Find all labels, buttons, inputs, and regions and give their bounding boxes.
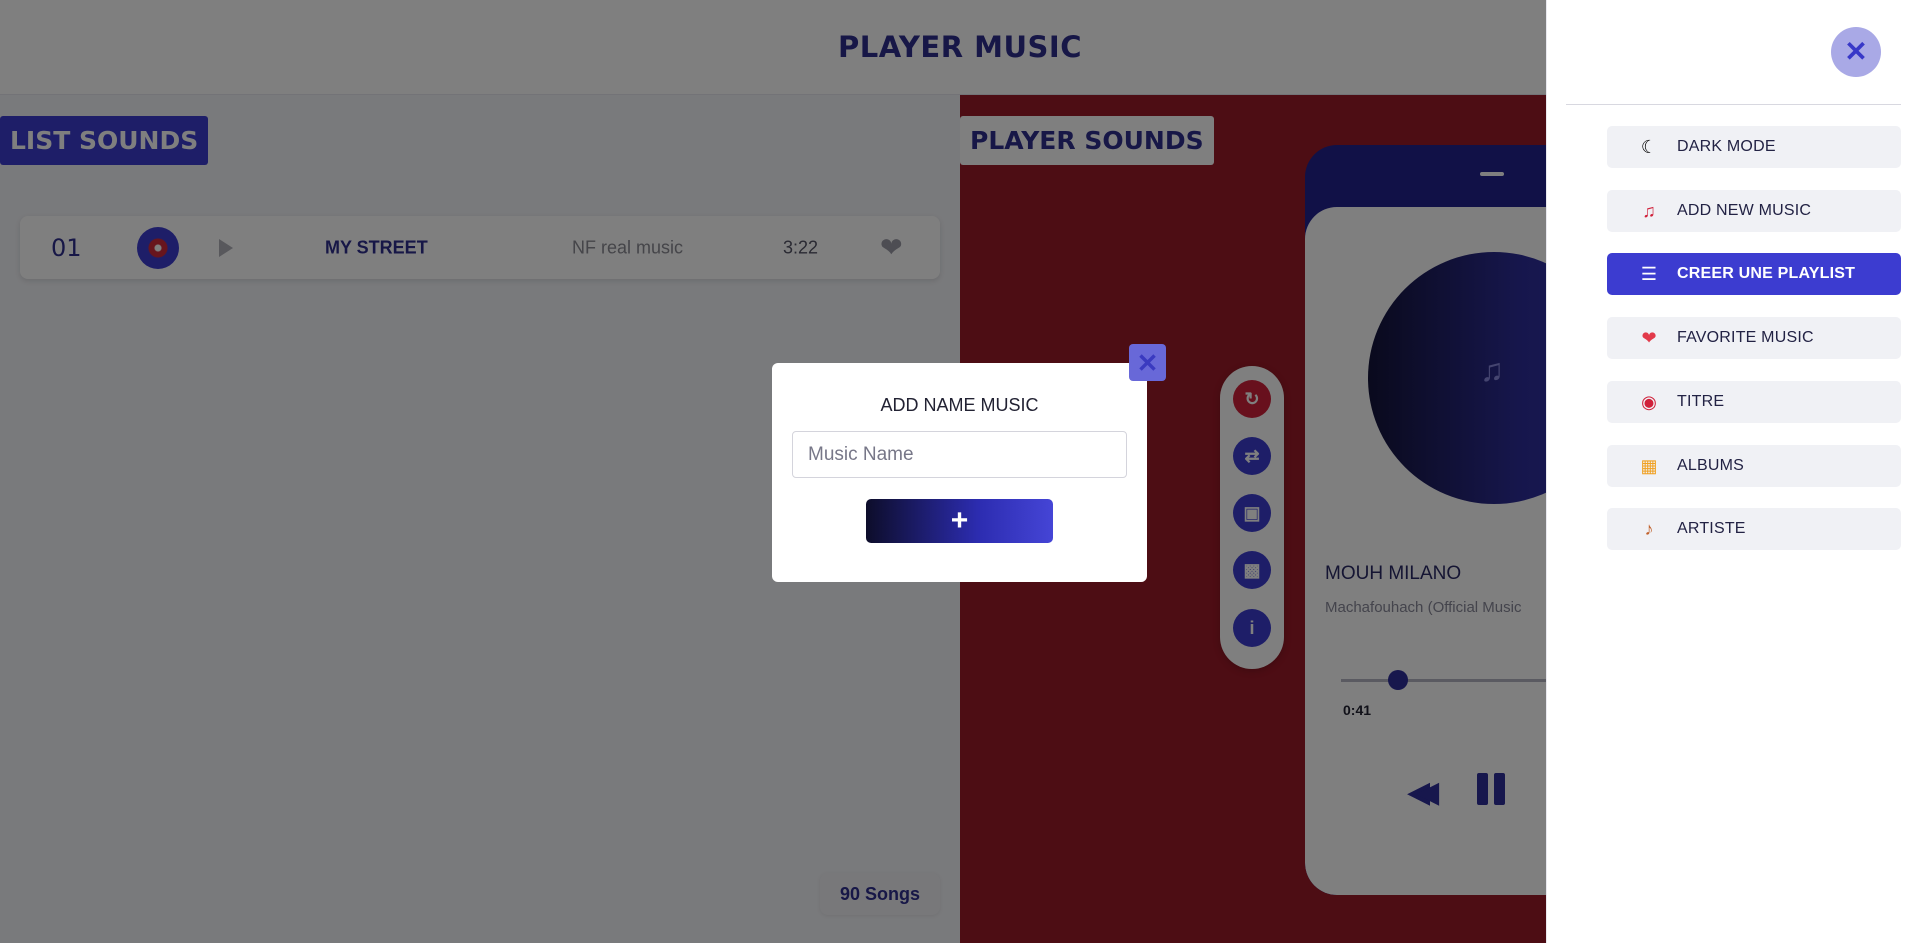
dark-mode-icon: ☾ bbox=[1640, 136, 1658, 157]
modal-title: ADD NAME MUSIC bbox=[880, 395, 1039, 415]
menu-item-label: ADD NEW MUSIC bbox=[1677, 202, 1812, 219]
menu-item-dark-mode[interactable]: ☾ DARK MODE bbox=[1607, 126, 1901, 168]
menu-item-creer-playlist[interactable]: ☰ CREER UNE PLAYLIST bbox=[1607, 253, 1901, 295]
menu-item-label: ALBUMS bbox=[1677, 457, 1744, 474]
menu-item-label: ARTISTE bbox=[1677, 520, 1746, 537]
add-music-icon: ♫ bbox=[1642, 200, 1656, 221]
guitar-icon: ♪ bbox=[1644, 518, 1654, 539]
side-menu: ✕ ☾ DARK MODE ♫ ADD NEW MUSIC ☰ CREER UN… bbox=[1546, 0, 1920, 943]
playlist-icon: ☰ bbox=[1640, 263, 1658, 284]
menu-close-icon[interactable]: ✕ bbox=[1831, 27, 1881, 77]
menu-item-artiste[interactable]: ♪ ARTISTE bbox=[1607, 508, 1901, 550]
menu-item-add-new-music[interactable]: ♫ ADD NEW MUSIC bbox=[1607, 190, 1901, 232]
menu-item-label: TITRE bbox=[1677, 393, 1725, 410]
album-icon: ▦ bbox=[1640, 455, 1658, 476]
modal-close-icon[interactable]: ✕ bbox=[1129, 344, 1166, 381]
menu-item-titre[interactable]: ◉ TITRE bbox=[1607, 381, 1901, 423]
menu-item-albums[interactable]: ▦ ALBUMS bbox=[1607, 445, 1901, 487]
music-name-input[interactable] bbox=[792, 431, 1127, 478]
menu-item-favorite-music[interactable]: ❤ FAVORITE MUSIC bbox=[1607, 317, 1901, 359]
menu-divider bbox=[1566, 104, 1901, 105]
add-music-button[interactable]: + bbox=[866, 499, 1053, 543]
menu-item-label: FAVORITE MUSIC bbox=[1677, 329, 1814, 346]
menu-item-label: DARK MODE bbox=[1677, 138, 1776, 155]
menu-item-label: CREER UNE PLAYLIST bbox=[1677, 265, 1856, 282]
heart-icon: ❤ bbox=[1641, 327, 1657, 348]
disc-icon: ◉ bbox=[1641, 391, 1657, 412]
add-music-modal: ADD NAME MUSIC + bbox=[772, 363, 1147, 582]
